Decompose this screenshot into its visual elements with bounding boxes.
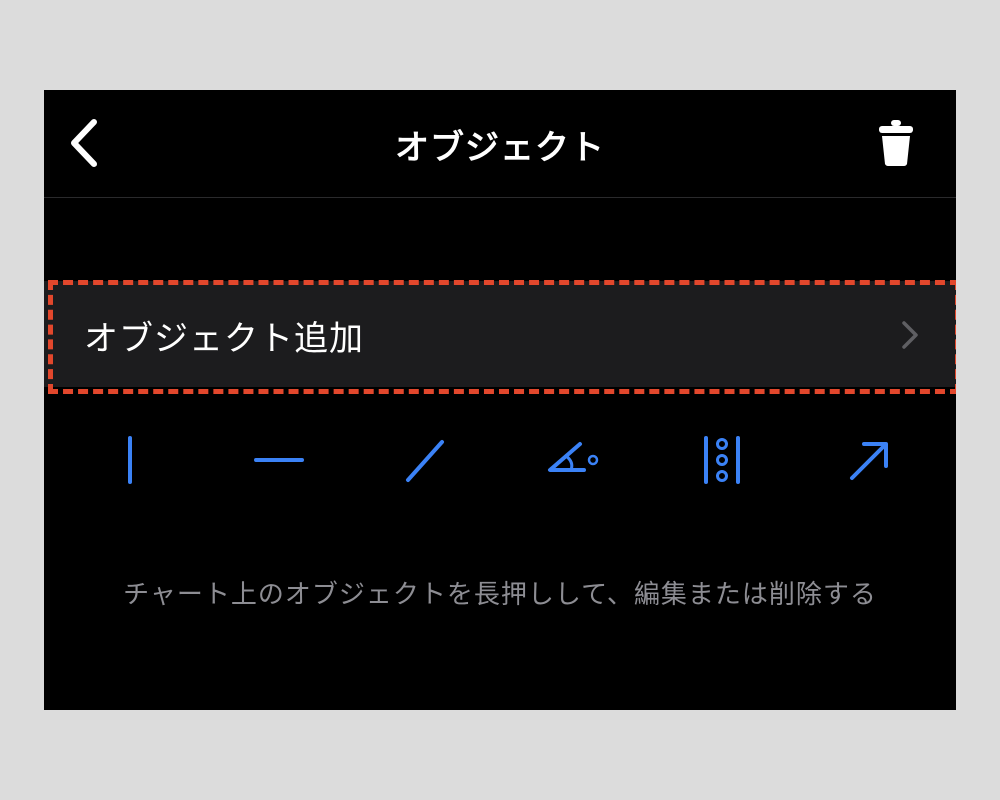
trend-line-tool[interactable]	[396, 430, 456, 490]
horizontal-line-tool-icon	[254, 458, 304, 462]
angle-tool[interactable]	[544, 430, 604, 490]
trend-line-tool-icon	[406, 440, 444, 482]
navigation-bar: オブジェクト	[44, 90, 956, 198]
arrow-tool[interactable]	[840, 430, 900, 490]
add-object-label: オブジェクト追加	[84, 319, 364, 359]
object-tool-bar	[44, 430, 956, 490]
add-object-row[interactable]: オブジェクト追加	[44, 281, 956, 387]
vertical-line-tool[interactable]	[100, 430, 160, 490]
chevron-right-icon	[902, 321, 918, 349]
horizontal-line-tool[interactable]	[248, 430, 308, 490]
arrow-tool-icon	[850, 442, 888, 480]
delete-button[interactable]	[874, 118, 918, 168]
trash-icon	[879, 120, 913, 166]
vertical-dots-tool-icon	[704, 436, 740, 484]
object-screen: オブジェクト オブジェクト追加 チャート上のオブジェクトを長押しして、編集または…	[44, 90, 956, 710]
vertical-line-tool-icon	[128, 436, 132, 484]
page-title: オブジェクト	[395, 128, 605, 168]
angle-tool-icon	[548, 442, 599, 472]
hint-text: チャート上のオブジェクトを長押しして、編集または削除する	[123, 580, 877, 610]
vertical-dots-tool[interactable]	[692, 430, 752, 490]
